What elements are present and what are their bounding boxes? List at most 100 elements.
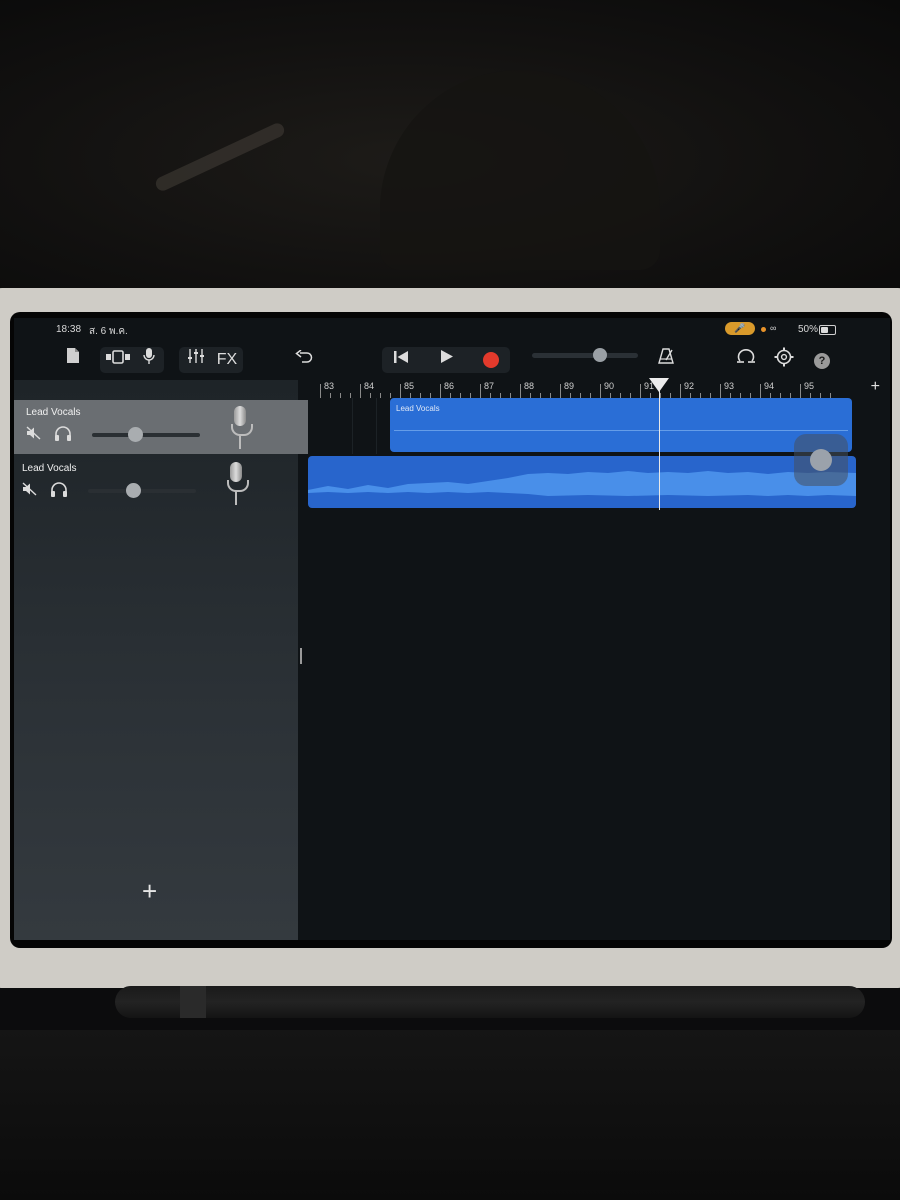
bar-number: 89 bbox=[564, 381, 575, 391]
speaker-muted-icon bbox=[22, 482, 37, 496]
track-header-2[interactable]: Lead Vocals bbox=[14, 456, 310, 510]
microphone-icon bbox=[143, 348, 155, 364]
settings-button[interactable] bbox=[772, 347, 796, 376]
bar-number: 94 bbox=[764, 381, 775, 391]
ruler-tick bbox=[760, 384, 761, 398]
ruler-tick bbox=[480, 384, 481, 398]
ruler-tick bbox=[600, 384, 601, 398]
mic-ring bbox=[227, 480, 249, 492]
bar-number: 88 bbox=[524, 381, 535, 391]
track-name: Lead Vocals bbox=[22, 463, 77, 474]
playhead-line bbox=[659, 380, 660, 510]
assistive-touch-icon bbox=[810, 449, 832, 471]
waveform-line bbox=[394, 430, 848, 431]
help-icon: ? bbox=[814, 353, 830, 369]
audio-region-lead-vocals[interactable]: Lead Vocals bbox=[390, 398, 852, 452]
tracks-view-icon bbox=[106, 350, 130, 364]
track-volume-slider[interactable] bbox=[88, 483, 196, 498]
instrument-view-button[interactable] bbox=[138, 347, 160, 374]
status-date: ส. 6 พ.ค. bbox=[89, 326, 128, 337]
panel-resize-handle[interactable] bbox=[300, 648, 302, 664]
ruler-tick bbox=[330, 393, 331, 398]
ruler-tick bbox=[800, 384, 801, 398]
garageband-screen: 18:38 ส. 6 พ.ค. 🎤 ∞ 50% FX ? Lead Vocals… bbox=[14, 318, 890, 940]
master-volume-slider[interactable] bbox=[532, 348, 638, 362]
mute-button[interactable] bbox=[26, 426, 42, 444]
ruler-tick bbox=[400, 384, 401, 398]
tracks-view-button[interactable] bbox=[102, 347, 134, 373]
track-volume-slider[interactable] bbox=[92, 427, 200, 442]
my-songs-button[interactable] bbox=[62, 347, 84, 373]
bar-number: 87 bbox=[484, 381, 495, 391]
skip-back-icon bbox=[394, 351, 408, 363]
bar-number: 92 bbox=[684, 381, 695, 391]
speaker-muted-icon bbox=[26, 426, 41, 440]
loop-browser-button[interactable] bbox=[734, 347, 758, 374]
record-button[interactable] bbox=[477, 347, 505, 373]
status-bar: 18:38 ส. 6 พ.ค. 🎤 ∞ 50% bbox=[14, 318, 890, 340]
fx-button[interactable]: FX bbox=[213, 347, 241, 373]
headphones-icon bbox=[55, 426, 71, 441]
track-volume-knob[interactable] bbox=[126, 483, 142, 498]
region-label: Lead Vocals bbox=[396, 404, 440, 413]
ruler-tick bbox=[680, 384, 681, 398]
help-button[interactable]: ? bbox=[810, 347, 834, 373]
status-time: 18:38 bbox=[56, 324, 82, 335]
bar-number: 90 bbox=[604, 381, 615, 391]
go-to-beginning-button[interactable] bbox=[387, 347, 415, 373]
control-bar: FX ? bbox=[14, 340, 890, 380]
waveform bbox=[308, 471, 856, 496]
metronome-icon bbox=[658, 348, 674, 364]
gear-icon bbox=[774, 347, 794, 367]
track-volume-knob[interactable] bbox=[128, 427, 144, 442]
ruler-tick bbox=[380, 393, 381, 398]
add-track-button[interactable]: + bbox=[142, 876, 157, 907]
bar-number: 93 bbox=[724, 381, 735, 391]
undo-button[interactable] bbox=[292, 347, 316, 373]
track-controls-button[interactable] bbox=[182, 347, 210, 373]
play-button[interactable] bbox=[433, 347, 461, 373]
ruler-tick bbox=[390, 393, 391, 398]
mic-ring bbox=[231, 424, 253, 436]
mic-stand bbox=[235, 491, 237, 505]
bar-number: 95 bbox=[804, 381, 815, 391]
timeline-ruler[interactable]: + 83 84 85 86 87 88 89 90 91 92 93 94 95 bbox=[308, 378, 890, 398]
apple-pencil-band bbox=[180, 986, 206, 1018]
undo-icon bbox=[295, 349, 313, 363]
apple-pencil bbox=[115, 986, 865, 1018]
battery-percentage: 50% bbox=[798, 324, 819, 335]
sliders-icon bbox=[188, 349, 204, 363]
mic-head bbox=[230, 462, 242, 482]
loop-icon bbox=[737, 349, 755, 363]
bar-number: 84 bbox=[364, 381, 375, 391]
record-icon bbox=[483, 351, 499, 368]
solo-button[interactable] bbox=[50, 482, 68, 502]
grid-line bbox=[352, 398, 353, 454]
battery-icon bbox=[819, 325, 836, 335]
mute-button[interactable] bbox=[22, 482, 38, 500]
privacy-dot-icon bbox=[761, 327, 766, 332]
document-icon bbox=[67, 348, 79, 363]
headphones-icon bbox=[51, 482, 67, 497]
ruler-tick bbox=[350, 393, 351, 398]
master-volume-knob[interactable] bbox=[592, 348, 607, 362]
wifi-icon: ∞ bbox=[770, 323, 778, 333]
microphone-instrument-icon bbox=[228, 406, 253, 450]
ruler-tick bbox=[720, 384, 721, 398]
metronome-button[interactable] bbox=[654, 347, 678, 373]
desk-surface bbox=[0, 1030, 900, 1200]
bar-number: 85 bbox=[404, 381, 415, 391]
add-section-button[interactable]: + bbox=[871, 378, 880, 396]
track-name: Lead Vocals bbox=[26, 407, 81, 418]
ruler-tick bbox=[640, 384, 641, 398]
bar-number: 86 bbox=[444, 381, 455, 391]
track-header-1[interactable]: Lead Vocals bbox=[14, 400, 310, 454]
solo-button[interactable] bbox=[54, 426, 72, 446]
assistive-touch-button[interactable] bbox=[794, 434, 848, 486]
ruler-tick bbox=[340, 393, 341, 398]
ruler-tick bbox=[370, 393, 371, 398]
mic-head bbox=[234, 406, 246, 426]
audio-region-recording[interactable] bbox=[308, 456, 856, 508]
playhead-handle[interactable] bbox=[649, 378, 669, 392]
bar-number: 83 bbox=[324, 381, 335, 391]
